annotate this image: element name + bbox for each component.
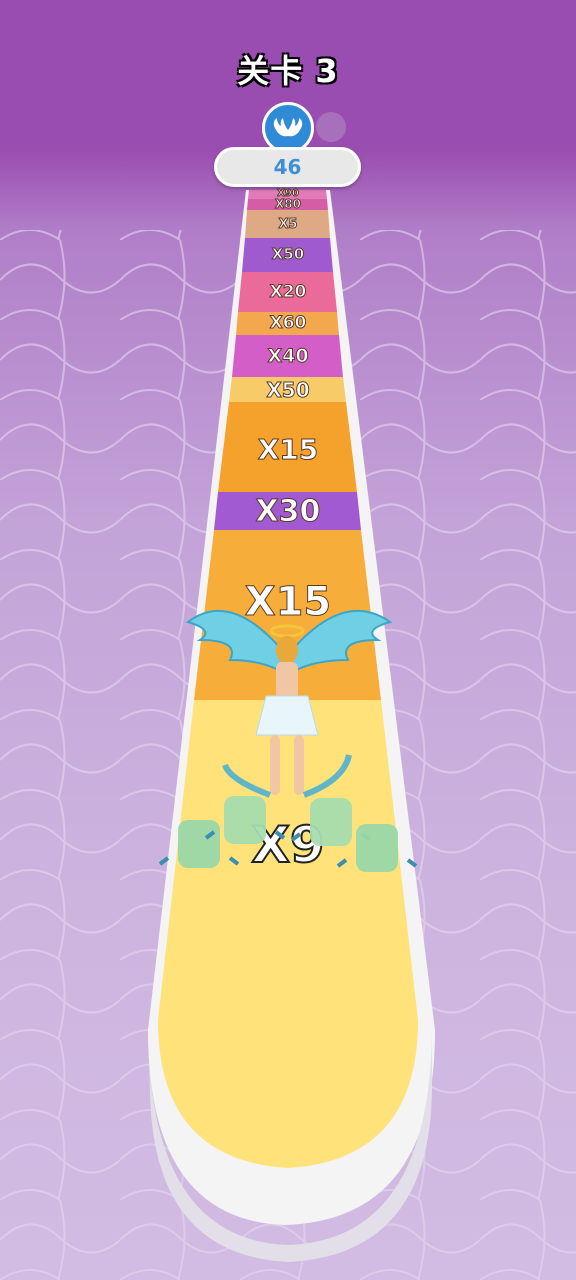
progress-value: 46: [273, 155, 302, 179]
multiplier-label: X5: [278, 217, 297, 232]
progress-counter: 46: [214, 147, 361, 187]
multiplier-label: X15: [258, 433, 319, 466]
game-scene: X90 X80 X5 X50 X20 X60 X40 X50 X15 X30 X…: [0, 188, 576, 1280]
angel-wings-icon: [273, 118, 303, 137]
multiplier-label: X40: [267, 345, 308, 367]
multiplier-label: X30: [256, 494, 321, 529]
multiplier-label: X80: [275, 197, 301, 211]
next-badge-icon: [316, 112, 346, 142]
multiplier-label: X50: [266, 378, 309, 402]
level-title: 关卡 3: [237, 52, 339, 90]
multiplier-label: X15: [245, 579, 332, 625]
multiplier-label: X50: [272, 245, 304, 263]
multiplier-label: X60: [270, 313, 307, 333]
multiplier-label: X20: [270, 282, 307, 302]
